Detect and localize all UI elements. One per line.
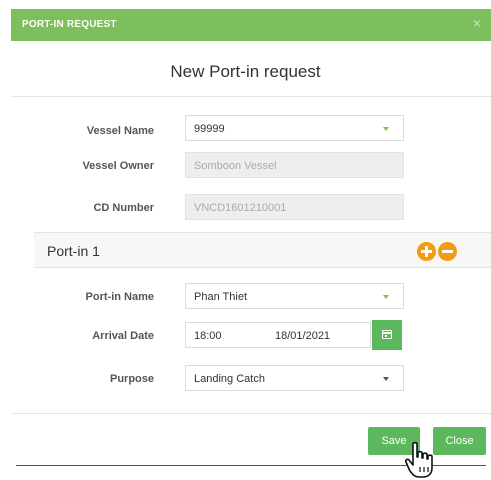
port-in-name-value: Phan Thiet — [194, 291, 248, 303]
close-icon[interactable]: × — [473, 15, 481, 31]
port-in-name-label: Port-in Name — [85, 291, 154, 303]
vessel-owner-value: Somboon Vessel — [194, 160, 277, 172]
modal-header-title: PORT-IN REQUEST — [22, 19, 117, 30]
modal-title: New Port-in request — [170, 62, 321, 81]
cd-number-label: CD Number — [93, 202, 154, 214]
calendar-button[interactable] — [372, 320, 402, 350]
vessel-name-value: 99999 — [194, 123, 225, 135]
purpose-label: Purpose — [109, 373, 154, 385]
minus-circle-icon[interactable] — [438, 242, 457, 261]
arrival-time-value: 18:00 — [194, 330, 222, 342]
purpose-value: Landing Catch — [194, 373, 265, 385]
calendar-icon — [382, 330, 392, 339]
vessel-owner-label: Vessel Owner — [82, 160, 154, 172]
vessel-name-select[interactable]: 99999 — [185, 115, 404, 141]
chevron-down-icon — [383, 295, 389, 299]
chevron-down-icon — [383, 127, 389, 131]
cd-number-field: VNCD1601210001 — [185, 194, 404, 220]
port-in-section-title: Port-in 1 — [47, 243, 100, 259]
plus-circle-icon[interactable] — [417, 242, 436, 261]
arrival-date-value: 18/01/2021 — [275, 330, 331, 342]
vessel-owner-field: Somboon Vessel — [185, 152, 404, 178]
arrival-date-label: Arrival Date — [92, 330, 154, 342]
close-button[interactable]: Close — [433, 427, 486, 455]
cd-number-value: VNCD1601210001 — [194, 202, 287, 214]
divider — [11, 96, 491, 97]
arrival-date-input[interactable]: 18:00 18/01/2021 — [185, 322, 371, 348]
modal-header: PORT-IN REQUEST × — [11, 9, 491, 41]
port-in-section-header: Port-in 1 — [34, 232, 491, 268]
hand-pointer-icon — [404, 441, 433, 478]
divider — [11, 413, 491, 414]
port-in-name-select[interactable]: Phan Thiet — [185, 283, 404, 309]
purpose-select[interactable]: Landing Catch — [185, 365, 404, 391]
vessel-name-label: Vessel Name — [86, 125, 154, 137]
chevron-down-icon — [383, 377, 389, 381]
